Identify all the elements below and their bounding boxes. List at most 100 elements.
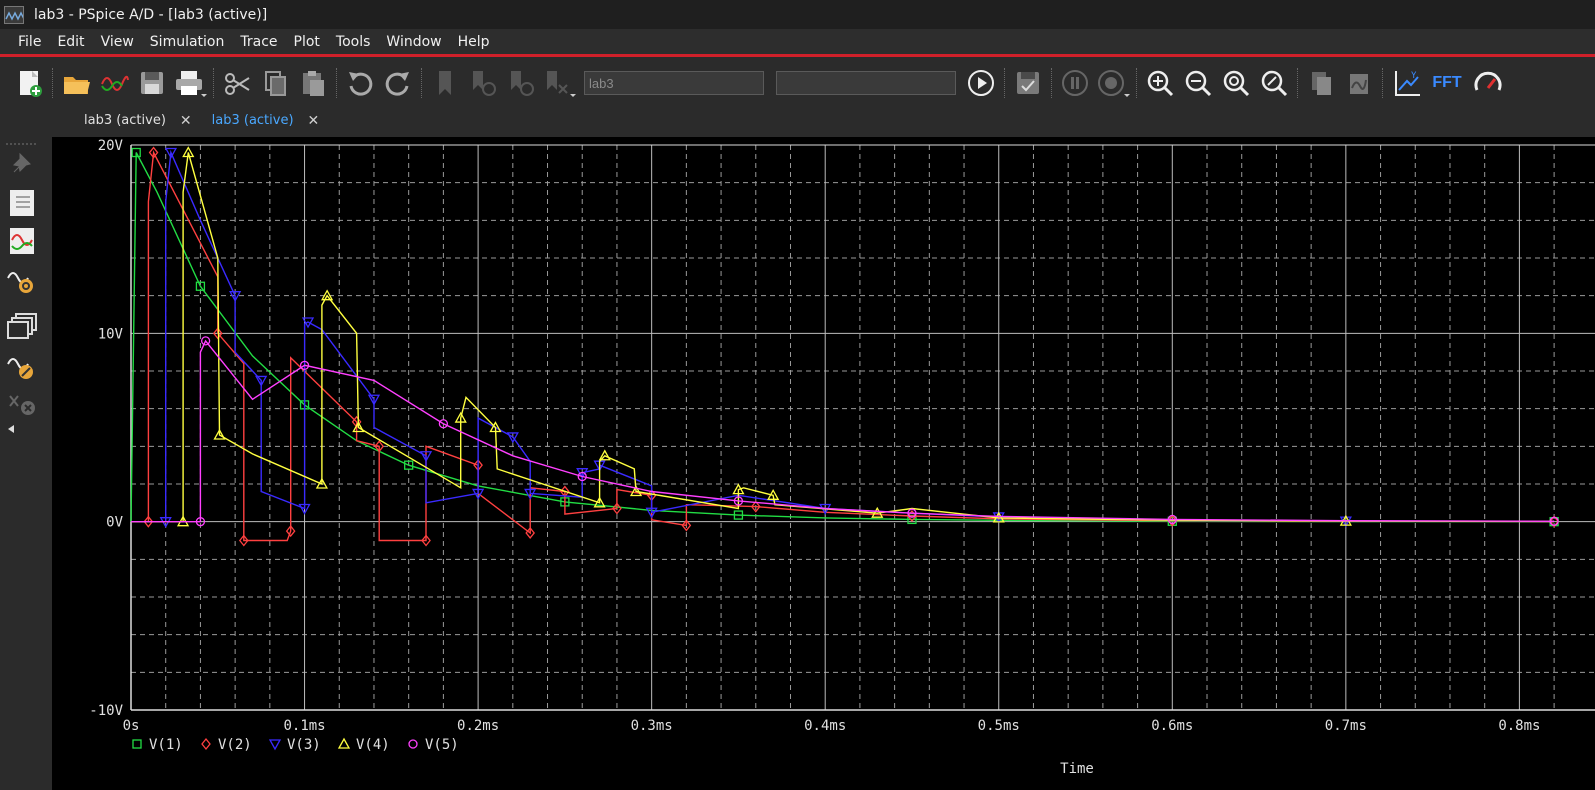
x-tick-label: 0.5ms [978,718,1020,734]
toolbar: Y FFT [0,60,1595,106]
legend-label-2: V(2) [218,737,252,753]
series-line-5 [131,339,1555,523]
tab-label: lab3 (active) [211,113,294,128]
copy-icon[interactable] [258,66,292,100]
x-tick-label: 0.6ms [1151,718,1193,734]
collapse-arrow-icon[interactable] [6,424,16,434]
pspice-app-icon [4,5,24,24]
add-plot-icon[interactable] [1342,66,1376,100]
tab-label: lab3 (active) [84,113,166,128]
menu-bar: File Edit View Simulation Trace Plot Too… [0,29,1595,57]
toolbar-separator [1136,68,1137,98]
series-line-3 [131,149,1555,523]
y-tick-label: 20V [98,138,124,154]
series-line-2 [131,150,1555,542]
toolbar-separator [1004,68,1005,98]
document-tab-bar: lab3 (active) ✕ lab3 (active) ✕ [0,106,1595,132]
x-tick-label: 0.3ms [631,718,673,734]
paste-icon[interactable] [296,66,330,100]
menu-file[interactable]: File [10,30,49,54]
toolbar-separator [52,68,53,98]
redo-icon[interactable] [381,66,415,100]
toolbar-separator [1051,68,1052,98]
legend-label-3: V(3) [287,737,321,753]
x-tick-label: 0.7ms [1325,718,1367,734]
legend-marker-3 [268,739,282,751]
windows-icon[interactable] [6,312,38,342]
zoom-out-icon[interactable] [1181,66,1215,100]
zoom-fit-icon[interactable] [1219,66,1253,100]
save-icon[interactable] [135,66,169,100]
profile-combo[interactable] [584,71,764,95]
legend-label-1: V(1) [149,737,183,753]
delete-marker-icon[interactable] [6,388,38,418]
tab-lab3-1[interactable]: lab3 (active) ✕ [74,110,202,132]
toolbar-separator [421,68,422,98]
menu-tools[interactable]: Tools [328,30,379,54]
legend-marker-2 [201,737,211,751]
menu-help[interactable]: Help [450,30,498,54]
toolbar-separator [1382,68,1383,98]
menu-plot[interactable]: Plot [286,30,328,54]
legend-marker-1 [132,739,142,749]
performance-icon[interactable] [1471,66,1505,100]
waveform-doc-icon[interactable] [6,226,38,256]
delete-mark-icon[interactable] [542,66,576,100]
x-tick-label: 0.8ms [1498,718,1540,734]
pspice-doc-icon[interactable] [6,188,38,218]
x-tick-label: 0.4ms [804,718,846,734]
pin-icon[interactable] [6,148,38,178]
run-icon[interactable] [964,66,998,100]
mark-prev-icon[interactable] [504,66,538,100]
y-tick-label: -10V [89,703,123,719]
menu-trace[interactable]: Trace [232,30,285,54]
cut-icon[interactable] [220,66,254,100]
title-bar: lab3 - PSpice A/D - [lab3 (active)] [0,0,1595,29]
series-line-4 [131,152,1555,523]
menu-simulation[interactable]: Simulation [142,30,233,54]
series-line-1 [130,152,1555,523]
svg-text:Y: Y [1411,71,1417,81]
trace-edit-icon[interactable] [6,352,38,382]
search-trace-icon[interactable] [6,266,38,296]
legend-marker-4 [337,737,351,749]
menu-window[interactable]: Window [378,30,449,54]
zoom-in-icon[interactable] [1143,66,1177,100]
toolbar-separator [336,68,337,98]
legend-label-5: V(5) [425,737,459,753]
mark-data-icon[interactable] [466,66,500,100]
x-tick-label: 0.2ms [457,718,499,734]
fft-icon[interactable]: FFT [1427,66,1467,100]
pause-icon[interactable] [1058,66,1092,100]
waveform-plot[interactable]: 20V 10V 0V -10V0s 0.1ms 0.2ms 0.3ms 0.4ms 0.5ms 0… [52,137,1595,790]
open-folder-icon[interactable] [59,66,93,100]
window-title: lab3 - PSpice A/D - [lab3 (active)] [34,6,268,23]
copy-plot-icon[interactable] [1304,66,1338,100]
waveform-icon[interactable] [97,66,131,100]
close-icon[interactable]: ✕ [180,110,192,132]
print-icon[interactable] [173,66,207,100]
probe-plot-area[interactable]: 20V 10V 0V -10V 0s 0.1ms 0.2ms 0.3ms 0.4ms 0.5ms 0… [52,137,1595,790]
zoom-area-icon[interactable] [1257,66,1291,100]
toolbar-separator [213,68,214,98]
tab-lab3-2[interactable]: lab3 (active) ✕ [202,110,330,132]
simulation-status-field [776,71,956,95]
save-sim-icon[interactable] [1011,66,1045,100]
legend-marker-5 [408,739,418,749]
new-file-icon[interactable] [12,66,46,100]
y-tick-label: 0V [106,515,123,531]
menu-edit[interactable]: Edit [49,30,92,54]
undo-icon[interactable] [343,66,377,100]
toolbar-separator [1297,68,1298,98]
x-tick-label: 0.1ms [283,718,325,734]
fft-label: FFT [1432,74,1462,91]
bookmark-icon[interactable] [428,66,462,100]
close-icon[interactable]: ✕ [308,110,320,132]
x-axis-label: Time [1060,761,1094,777]
menu-view[interactable]: View [93,30,142,54]
axis-settings-icon[interactable]: Y [1389,66,1423,100]
legend-label-4: V(4) [356,737,390,753]
left-toolbar [0,132,44,790]
stop-icon[interactable] [1096,66,1130,100]
y-tick-label: 10V [98,326,124,342]
